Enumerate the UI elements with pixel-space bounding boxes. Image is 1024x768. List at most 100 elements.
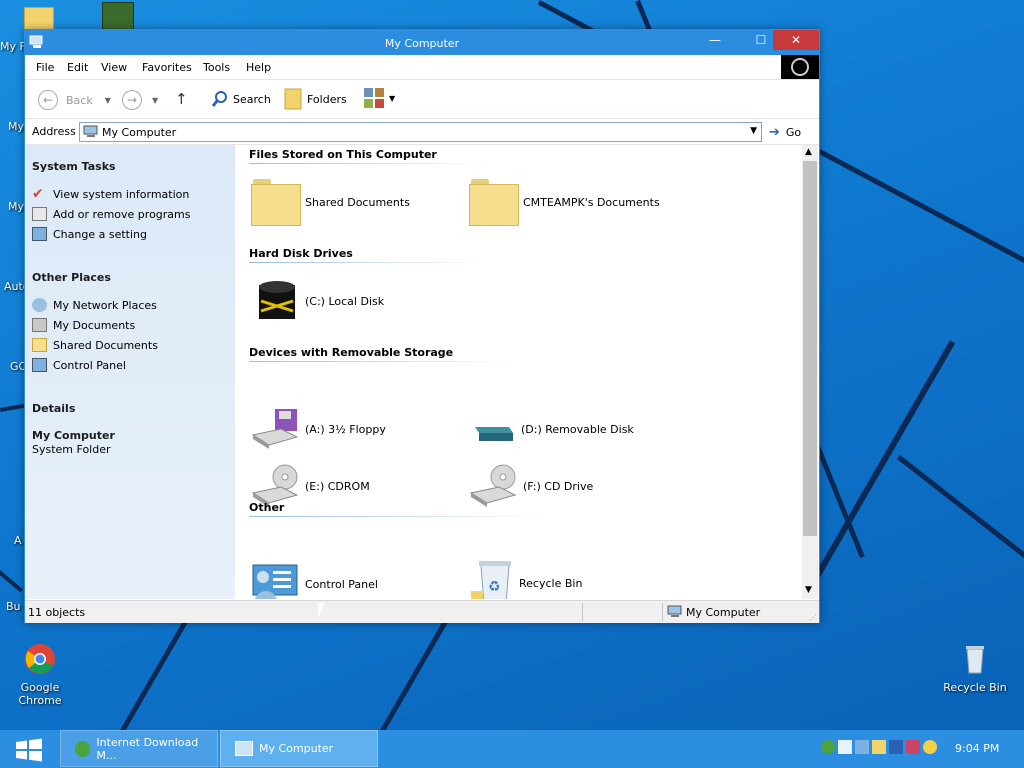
desktop-icon-label[interactable]: My F	[0, 40, 26, 53]
place-shared-documents[interactable]: Shared Documents	[32, 338, 158, 352]
task-label: Change a setting	[53, 227, 147, 241]
chevron-down-icon[interactable]: ▼	[750, 126, 757, 136]
scroll-up-arrow-icon[interactable]: ▲	[805, 147, 812, 157]
folder-icon	[251, 179, 301, 226]
folder-icon[interactable]	[471, 591, 483, 599]
taskbar-item-my-computer[interactable]: My Computer	[220, 730, 378, 767]
window-title: My Computer	[384, 37, 460, 50]
menu-help[interactable]: Help	[246, 61, 271, 74]
place-control-panel[interactable]: Control Panel	[32, 358, 126, 372]
desktop-icon-label[interactable]: Bu	[6, 600, 21, 613]
title-bar[interactable]: My Computer — ☐ ✕	[25, 30, 819, 55]
folders-icon	[284, 88, 302, 110]
desktop-icon-label: Google Chrome	[18, 681, 62, 707]
removable-disk-icon	[475, 427, 513, 441]
up-button[interactable]: ↑	[175, 90, 188, 108]
place-label: Control Panel	[53, 358, 126, 372]
checkmark-icon: ✔	[32, 186, 44, 202]
volume-icon[interactable]	[889, 740, 903, 754]
scroll-thumb[interactable]	[803, 161, 817, 536]
desktop-icon-label[interactable]: My	[8, 120, 24, 133]
item-user-documents[interactable]: CMTEAMPK's Documents	[469, 179, 660, 226]
forward-button[interactable]: → ▼	[122, 90, 158, 110]
status-bar: 11 objects My Computer ⋰	[25, 600, 819, 623]
menu-edit[interactable]: Edit	[67, 61, 88, 74]
item-removable-d[interactable]: (D:) Removable Disk	[473, 407, 634, 451]
start-button[interactable]	[14, 738, 44, 762]
address-bar: Address My Computer ▼ ➔ Go	[25, 120, 819, 145]
item-floppy-a[interactable]: (A:) 3½ Floppy	[251, 407, 386, 451]
system-tasks-title[interactable]: System Tasks	[32, 160, 116, 173]
place-my-documents[interactable]: My Documents	[32, 318, 135, 332]
menu-view[interactable]: View	[101, 61, 127, 74]
group-title: Files Stored on This Computer	[249, 148, 437, 161]
address-label: Address	[32, 125, 76, 138]
menu-tools[interactable]: Tools	[203, 61, 230, 74]
network-tray-icon[interactable]	[821, 740, 835, 754]
clock[interactable]: 9:04 PM	[955, 742, 999, 755]
messenger-icon[interactable]	[923, 740, 937, 754]
item-recycle-bin[interactable]: ♻ Recycle Bin	[477, 559, 582, 599]
group-divider	[249, 262, 489, 263]
item-cd-drive-f[interactable]: (F:) CD Drive	[469, 463, 593, 509]
task-change-setting[interactable]: Change a setting	[32, 227, 147, 241]
folder-icon[interactable]	[24, 7, 54, 31]
item-label: Recycle Bin	[519, 576, 583, 590]
search-icon	[211, 91, 227, 107]
back-button[interactable]: ← Back ▼	[38, 90, 111, 110]
search-button[interactable]: Search	[211, 90, 271, 108]
desktop-icon-chrome[interactable]: Google Chrome	[0, 643, 80, 707]
menu-file[interactable]: File	[36, 61, 54, 74]
vertical-scrollbar[interactable]: ▲ ▼	[802, 145, 818, 599]
task-label: View system information	[53, 187, 190, 201]
app-icon[interactable]	[102, 2, 134, 32]
chrome-icon	[25, 644, 55, 674]
address-input[interactable]: My Computer ▼	[79, 122, 762, 142]
item-label: (C:) Local Disk	[305, 294, 385, 308]
resize-grip-icon[interactable]: ⋰	[809, 613, 817, 622]
group-title: Other	[249, 501, 285, 514]
tray-expand-icon[interactable]	[812, 740, 818, 754]
group-divider	[249, 361, 519, 362]
back-label: Back	[66, 93, 93, 107]
go-button[interactable]: ➔ Go	[769, 125, 801, 140]
folders-button[interactable]: Folders	[283, 87, 347, 111]
back-arrow-icon: ←	[38, 90, 58, 110]
desktop-icon-label[interactable]: A	[14, 534, 22, 547]
views-button[interactable]: ▼	[363, 87, 395, 109]
system-tray	[812, 740, 937, 754]
item-label: (F:) CD Drive	[523, 479, 594, 493]
tray-icon[interactable]	[855, 740, 869, 754]
cd-drive-icon	[469, 464, 517, 507]
item-label: Control Panel	[305, 577, 378, 591]
desktop-icon-label[interactable]: My	[8, 200, 24, 213]
place-label: My Documents	[53, 318, 136, 332]
chevron-down-icon[interactable]: ▼	[105, 96, 111, 105]
desktop-icon-recycle-bin[interactable]: Recycle Bin	[935, 643, 1015, 694]
place-label: Shared Documents	[53, 338, 158, 352]
shield-icon[interactable]	[872, 740, 886, 754]
close-button[interactable]: ✕	[773, 30, 819, 50]
taskbar-item-idm[interactable]: Internet Download M...	[60, 730, 218, 767]
svg-text:♻: ♻	[488, 579, 501, 595]
item-shared-documents[interactable]: Shared Documents	[251, 179, 410, 226]
tray-icon[interactable]	[906, 740, 920, 754]
menu-favorites[interactable]: Favorites	[142, 61, 192, 74]
other-places-title[interactable]: Other Places	[32, 271, 111, 284]
details-title[interactable]: Details	[32, 402, 75, 415]
maximize-button[interactable]: ☐	[747, 30, 775, 50]
task-view-system-info[interactable]: ✔ View system information	[32, 187, 189, 201]
scroll-down-arrow-icon[interactable]: ▼	[805, 585, 812, 595]
floppy-drive-icon	[251, 409, 299, 449]
item-label: CMTEAMPK's Documents	[523, 195, 660, 209]
group-title: Devices with Removable Storage	[249, 346, 454, 359]
chevron-down-icon[interactable]: ▼	[152, 96, 158, 105]
folders-label: Folders	[307, 92, 347, 106]
details-type: System Folder	[32, 443, 111, 456]
place-network[interactable]: My Network Places	[32, 298, 157, 312]
item-local-disk-c[interactable]: (C:) Local Disk	[255, 277, 384, 325]
tray-icon[interactable]	[838, 740, 852, 754]
group-divider	[249, 516, 549, 517]
minimize-button[interactable]: —	[701, 30, 729, 50]
task-add-remove-programs[interactable]: Add or remove programs	[32, 207, 191, 221]
